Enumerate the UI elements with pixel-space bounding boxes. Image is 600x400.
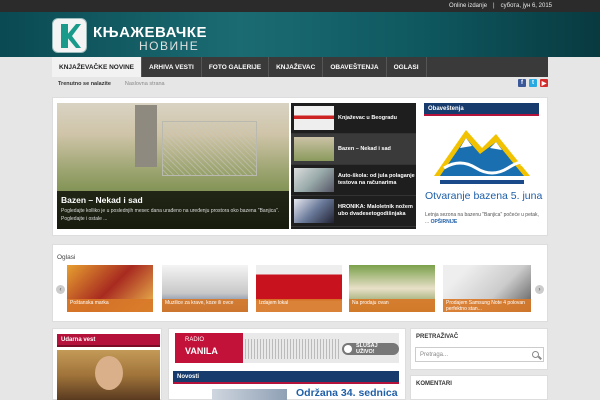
ad-caption: Na prodaju ovan (349, 299, 435, 312)
news-headline[interactable]: Održana 34. sednica (296, 387, 398, 399)
notice-more-link[interactable]: OPŠIRNIJE (431, 219, 458, 225)
ad-item[interactable]: Izdajem lokal (256, 265, 342, 312)
nav-item-oglasi[interactable]: OGLASI (386, 57, 427, 77)
featured-list-item[interactable]: Knjaževac u Beogradu (291, 103, 416, 134)
comments-header: KOMENTARI (416, 381, 452, 387)
slide-image-wall (135, 105, 157, 167)
ad-caption: Poštanska marka (67, 299, 153, 312)
search-icon[interactable] (532, 351, 539, 358)
radio-label-top: RADIO (185, 337, 205, 343)
news-thumb[interactable] (212, 389, 287, 400)
social-links: f t ▶ (518, 79, 548, 87)
search-input[interactable]: Pretraga... (415, 347, 544, 362)
ad-caption: Izdajem lokal (256, 299, 342, 312)
topbar-separator: | (493, 3, 495, 9)
notices-header: Obaveštenja (424, 103, 539, 116)
featured-list-item[interactable]: Auto-škola: od jula polaganje testova na… (291, 165, 416, 196)
ads-label: Oglasi (57, 254, 76, 261)
radio-logo: RADIO VANILA (175, 333, 243, 363)
ad-item[interactable]: Muzilice za krave, koze ili ovce (162, 265, 248, 312)
listen-live-label: SLUŠAJ UŽIVO! (356, 343, 378, 355)
comments-panel (410, 375, 548, 400)
nav-item-foto-galerije[interactable]: FOTO GALERIJE (201, 57, 270, 77)
featured-thumb (294, 106, 334, 130)
breaking-image-face (95, 356, 123, 390)
slide-image-fence (162, 121, 257, 176)
radio-banner[interactable]: RADIO VANILA SLUŠAJ UŽIVO! (175, 333, 399, 363)
top-bar: Online izdanje | субота, јун 6, 2015 (0, 0, 600, 12)
main-nav: KNJAŽEVAČKE NOVINE ARHIVA VESTI FOTO GAL… (52, 57, 548, 77)
featured-list-label: Auto-škola: od jula polaganje testova na… (338, 173, 415, 186)
current-date: субота, јун 6, 2015 (500, 3, 552, 9)
breadcrumb-label: Trenutno se nalazite (58, 81, 111, 87)
breaking-image[interactable] (57, 350, 160, 400)
radio-label-name: VANILA (185, 346, 218, 356)
slide-title[interactable]: Bazen – Nekad i sad (61, 195, 143, 205)
news-header: Novosti (173, 371, 399, 384)
play-icon (344, 345, 352, 353)
pool-logo-image[interactable] (426, 118, 538, 190)
online-edition-link[interactable]: Online izdanje (449, 3, 487, 9)
breaking-header: Udarna vest (57, 334, 160, 347)
nav-item-knjazevac[interactable]: KNJAŽEVAC (269, 57, 324, 77)
breadcrumb: Trenutno se nalazite Naslovna strana (52, 77, 548, 91)
facebook-icon[interactable]: f (518, 79, 526, 87)
ad-item[interactable]: Na prodaju ovan (349, 265, 435, 312)
featured-list-label: Knjaževac u Beogradu (338, 114, 397, 121)
ad-item[interactable]: Poštanska marka (67, 265, 153, 312)
notice-title[interactable]: Otvaranje bazena 5. juna (425, 190, 545, 202)
ad-item[interactable]: Prodajem Samsung Note 4 polovan perfektn… (443, 265, 531, 312)
site-subtitle: НОВИНЕ (139, 39, 200, 53)
site-header: КЊАЖЕВАЧКЕ НОВИНЕ (0, 12, 600, 57)
nav-item-arhiva-vesti[interactable]: ARHIVA VESTI (142, 57, 202, 77)
ads-prev-arrow-icon[interactable]: ‹ (56, 285, 65, 294)
featured-slider[interactable]: Bazen – Nekad i sad Pogledajte kolliko j… (57, 103, 289, 229)
youtube-icon[interactable]: ▶ (540, 79, 548, 87)
featured-list-label: HRONIKA: Maloletnik nožem ubo dvadesetog… (338, 204, 413, 217)
listen-live-button[interactable]: SLUŠAJ UŽIVO! (342, 343, 399, 355)
nav-item-knjazevacke-novine[interactable]: KNJAŽEVAČKE NOVINE (52, 57, 143, 77)
search-header: PRETRAŽIVAČ (416, 334, 459, 340)
twitter-icon[interactable]: t (529, 79, 537, 87)
nav-item-obavestenja[interactable]: OBAVEŠTENJA (323, 57, 387, 77)
ad-caption: Prodajem Samsung Note 4 polovan perfektn… (443, 299, 531, 312)
featured-list-item[interactable]: Bazen – Nekad i sad (291, 134, 416, 165)
featured-list: Knjaževac u Beogradu Bazen – Nekad i sad… (291, 103, 416, 229)
featured-list-item[interactable]: HRONIKA: Maloletnik nožem ubo dvadesetog… (291, 196, 416, 227)
site-logo[interactable] (52, 18, 87, 53)
logo-k-icon (61, 24, 81, 48)
ads-next-arrow-icon[interactable]: › (535, 285, 544, 294)
search-placeholder: Pretraga... (420, 351, 449, 358)
featured-list-label: Bazen – Nekad i sad (338, 145, 391, 152)
ad-caption: Muzilice za krave, koze ili ovce (162, 299, 248, 312)
radio-wave-graphic (245, 339, 341, 359)
featured-thumb (294, 168, 334, 192)
featured-thumb (294, 199, 334, 223)
slide-excerpt: Pogledajte kolliko je u poslednjih mesec… (61, 208, 280, 222)
featured-thumb (294, 137, 334, 161)
notice-text: Letnja sezona na bazenu "Banjica" počeće… (425, 212, 543, 226)
slide-caption: Bazen – Nekad i sad Pogledajte kolliko j… (57, 191, 289, 229)
breadcrumb-current[interactable]: Naslovna strana (125, 81, 165, 87)
nav-filler (426, 57, 548, 77)
